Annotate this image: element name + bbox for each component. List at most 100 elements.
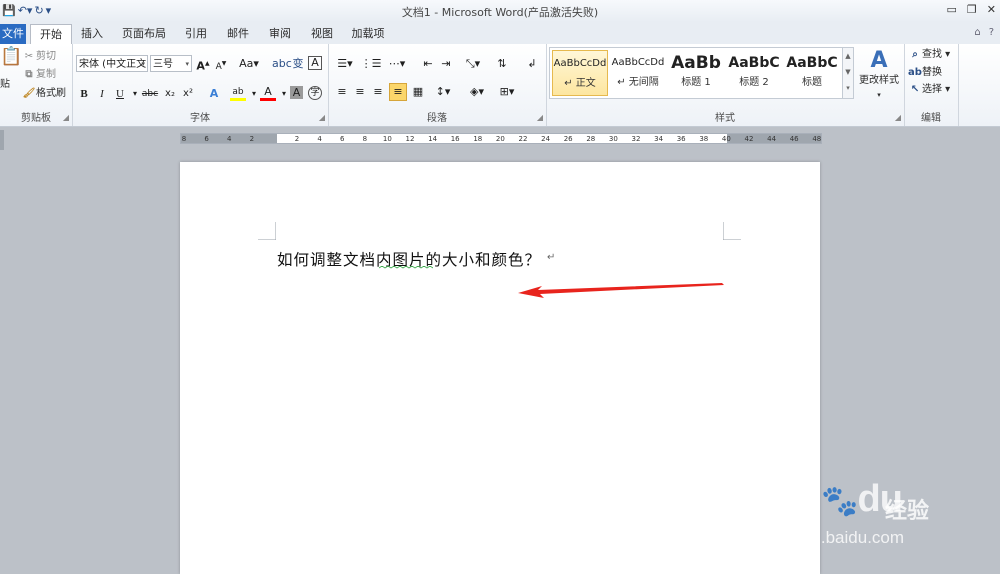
show-marks-icon[interactable]: ↲ — [524, 56, 540, 72]
justify-icon[interactable]: ≡ — [389, 83, 407, 101]
styles-launcher-icon[interactable]: ◢ — [895, 113, 901, 122]
shrink-font-button[interactable]: A▼ — [213, 56, 229, 75]
change-styles-button[interactable]: A 更改样式 ▾ — [859, 48, 899, 102]
style-heading-1[interactable]: AaBb 标题 1 — [668, 50, 724, 96]
underline-button[interactable]: U — [112, 86, 128, 102]
phonetic-guide-icon[interactable]: abc — [272, 56, 292, 72]
text-effects-button[interactable]: A — [206, 86, 222, 102]
bold-button[interactable]: B — [76, 86, 92, 102]
align-right-icon[interactable]: ≡ — [370, 84, 386, 100]
tab-mailings[interactable]: 邮件 — [220, 24, 256, 44]
char-shading-button[interactable]: A — [290, 86, 303, 99]
highlight-button[interactable]: ab — [230, 86, 246, 101]
tab-review[interactable]: 审阅 — [262, 24, 298, 44]
style-heading-2[interactable]: AaBbC 标题 2 — [726, 50, 782, 96]
decrease-indent-icon[interactable]: ⇤ — [420, 56, 436, 72]
bullets-icon[interactable]: ☰▾ — [334, 56, 356, 72]
tab-home[interactable]: 开始 — [30, 24, 72, 45]
styles-scroll[interactable]: ▲ ▼ ▾ — [842, 48, 853, 98]
ruler-number: 24 — [541, 135, 551, 143]
find-label: 查找 — [922, 49, 942, 60]
replace-button[interactable]: ab替换 — [908, 66, 942, 80]
chinese-layout-icon[interactable]: ⤡▾ — [462, 56, 484, 72]
grow-font-button[interactable]: A▲ — [195, 56, 211, 75]
horizontal-ruler[interactable]: 8 6 4 2 2 4 6 8 10 12 14 16 18 20 22 24 26 28 30 32 34 36 38 40… — [180, 133, 822, 144]
sort-icon[interactable]: ⇅ — [494, 56, 510, 72]
clipboard-label: 剪贴板 — [21, 113, 51, 124]
margin-corner-top-right — [723, 222, 741, 240]
cut-button[interactable]: ✂ 剪切 — [22, 50, 56, 64]
style-title[interactable]: AaBbC 标题 — [784, 50, 840, 96]
watermark-url: jingyan.baidu.com — [767, 528, 905, 547]
distributed-icon[interactable]: ▦ — [410, 84, 426, 100]
enclosed-char-icon[interactable]: 字 — [308, 86, 322, 100]
copy-button[interactable]: ⧉ 复制 — [22, 68, 56, 82]
font-launcher-icon[interactable]: ◢ — [319, 113, 325, 122]
align-center-icon[interactable]: ≡ — [352, 84, 368, 100]
font-name-value: 宋体 (中文正文 — [79, 59, 147, 70]
ruler-number: 18 — [473, 135, 483, 143]
ruler-number: 26 — [563, 135, 573, 143]
tab-view[interactable]: 视图 — [304, 24, 340, 44]
paste-icon[interactable]: 📋 — [0, 48, 22, 66]
borders-icon[interactable]: ⊞▾ — [496, 84, 518, 100]
enclose-char-icon[interactable]: A — [308, 56, 322, 70]
strikethrough-button[interactable]: abc — [140, 86, 160, 102]
styles-label: 样式 — [715, 113, 735, 124]
tab-addins[interactable]: 加载项 — [348, 24, 388, 44]
numbering-icon[interactable]: ⋮☰ — [360, 56, 382, 72]
font-color-button[interactable]: A — [260, 86, 276, 101]
ruler-number: 44 — [767, 135, 777, 143]
ribbon: 📋 贴 ✂ 剪切 ⧉ 复制 🖌格式刷 剪贴板 ◢ 宋体 (中文正文 ▾ 三号 ▾ A▲ … — [0, 44, 1000, 127]
change-case-button[interactable]: Aa▾ — [238, 56, 260, 72]
margin-corner-top-left — [258, 222, 276, 240]
baidu-logo: Bai🐾du — [765, 478, 903, 521]
window-title: 文档1 - Microsoft Word(产品激活失败) — [401, 6, 599, 19]
shading-icon[interactable]: ◈▾ — [466, 84, 488, 100]
style-normal[interactable]: AaBbCcDd ↵ 正文 — [552, 50, 608, 96]
minimize-ribbon-icon[interactable]: ⌂ — [974, 27, 980, 38]
ruler-number: 36 — [676, 135, 686, 143]
char-border-icon[interactable]: 变 — [290, 56, 306, 72]
document-page[interactable]: 如何调整文档内图片的大小和颜色？ ↵ — [180, 162, 820, 574]
find-button[interactable]: ⌕ 查找 ▾ — [908, 48, 950, 62]
tab-file[interactable]: 文件 — [0, 24, 26, 44]
line-spacing-icon[interactable]: ↕▾ — [432, 84, 454, 100]
brush-icon: 🖌 — [22, 88, 36, 99]
close-icon[interactable]: ✕ — [987, 3, 996, 16]
style-no-spacing[interactable]: AaBbCcDd ↵ 无间隔 — [610, 50, 666, 96]
tab-page-layout[interactable]: 页面布局 — [118, 24, 170, 44]
italic-button[interactable]: I — [94, 86, 110, 102]
minimize-icon[interactable]: ▭ — [947, 3, 957, 16]
paragraph-mark-icon: ↵ — [617, 77, 626, 88]
font-name-combo[interactable]: 宋体 (中文正文 ▾ — [76, 55, 148, 72]
chevron-down-icon: ▾ — [141, 60, 145, 68]
ruler-number: 38 — [699, 135, 709, 143]
tab-insert[interactable]: 插入 — [74, 24, 110, 44]
ruler-number: 30 — [608, 135, 618, 143]
ruler-number: 40 — [721, 135, 731, 143]
font-size-value: 三号 — [153, 59, 173, 70]
chevron-down-icon: ▾ — [185, 60, 189, 68]
font-size-combo[interactable]: 三号 ▾ — [150, 55, 192, 72]
subscript-button[interactable]: x₂ — [162, 86, 178, 102]
annotation-arrow — [518, 283, 724, 298]
restore-icon[interactable]: ❐ — [967, 3, 977, 16]
paragraph-launcher-icon[interactable]: ◢ — [537, 113, 543, 122]
tab-references[interactable]: 引用 — [178, 24, 214, 44]
binoculars-icon: ⌕ — [912, 49, 918, 60]
paragraph-mark-icon: ↵ — [564, 78, 573, 89]
clipboard-launcher-icon[interactable]: ◢ — [63, 113, 69, 122]
style-sample: AaBbC — [786, 55, 838, 71]
paste-button[interactable]: 贴 — [0, 78, 10, 92]
style-name-text: 无间隔 — [628, 77, 659, 88]
style-name: 标题 — [802, 77, 822, 88]
format-painter-button[interactable]: 🖌格式刷 — [22, 87, 66, 101]
help-icon[interactable]: ? — [989, 27, 994, 38]
increase-indent-icon[interactable]: ⇥ — [438, 56, 454, 72]
select-button[interactable]: ↖ 选择 ▾ — [908, 83, 950, 97]
replace-icon: ab — [908, 67, 922, 78]
multilevel-list-icon[interactable]: ⋯▾ — [386, 56, 408, 72]
align-left-icon[interactable]: ≡ — [334, 84, 350, 100]
superscript-button[interactable]: x² — [180, 86, 196, 102]
